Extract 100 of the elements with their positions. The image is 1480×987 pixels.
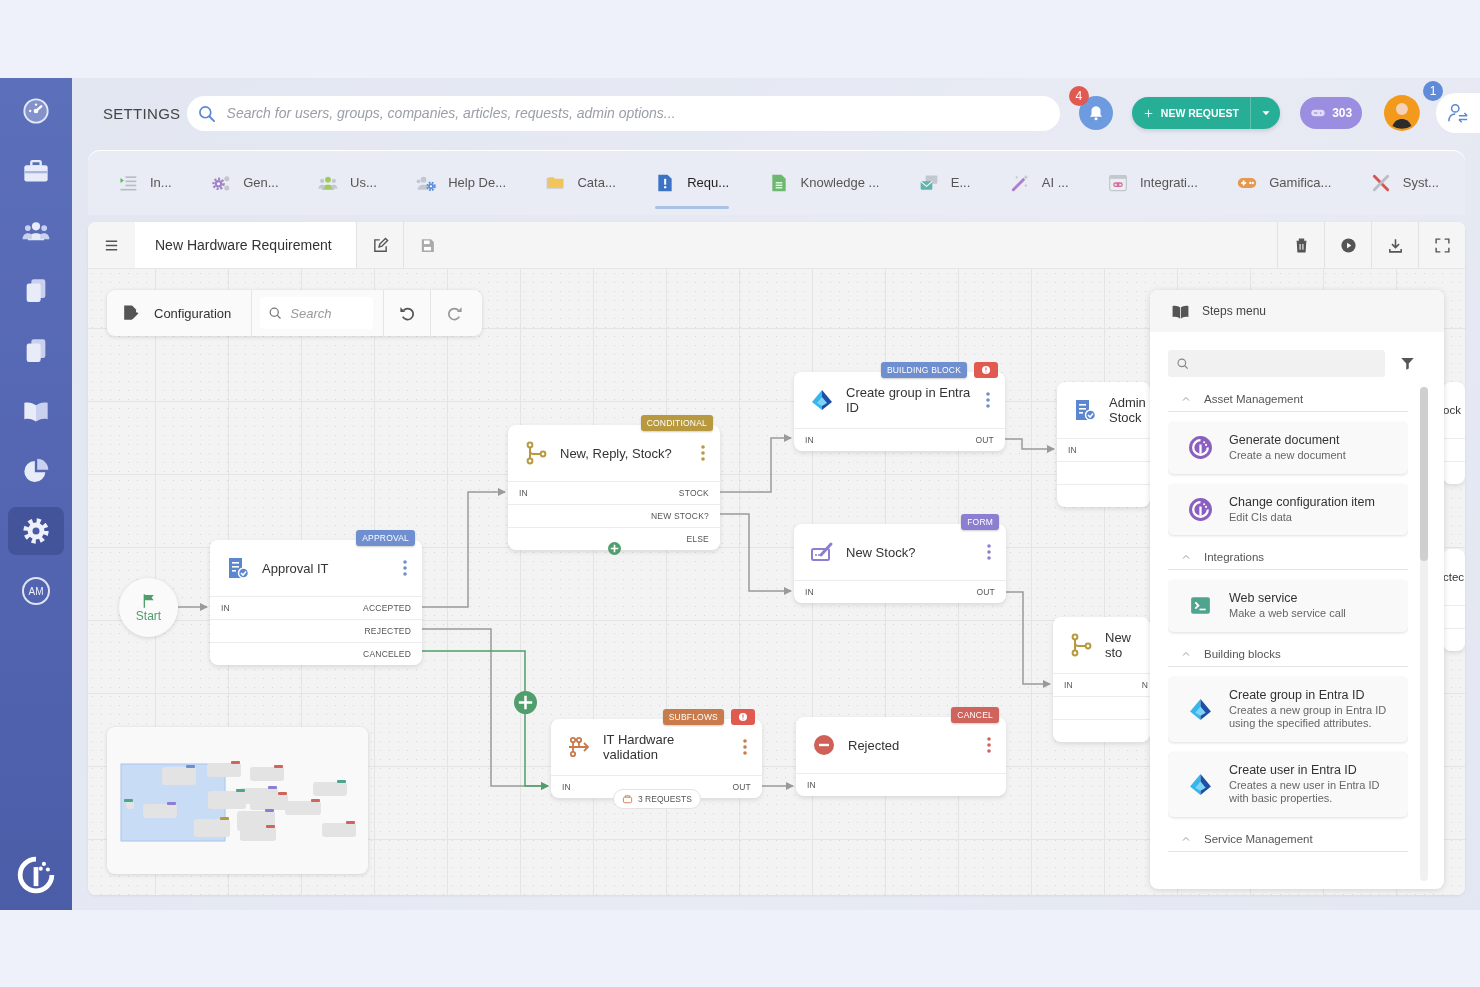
settings-tab[interactable]: AI ... [1009,150,1069,215]
section-header[interactable]: Building blocks [1168,641,1408,667]
tools-icon [1370,172,1391,193]
step-item[interactable]: Web service Make a web service call [1168,580,1408,632]
avatar[interactable] [1384,95,1420,131]
node-tag: CONDITIONAL [640,415,713,431]
node-title: Rejected [848,737,901,753]
branch-icon [1069,633,1093,657]
node-card[interactable]: New Stock? IN OUT [794,524,1006,603]
document-check-icon [226,556,250,580]
port-label: IN [805,587,814,597]
node-title: IT Hardware validation [603,732,676,762]
node-card[interactable]: Rejected IN [796,717,1006,796]
settings-tab[interactable]: Knowledge ... [768,150,880,215]
scrollbar-thumb[interactable] [1420,387,1428,561]
settings-tab[interactable]: Integrati... [1108,150,1198,215]
edit-icon [371,236,389,254]
connector-line [761,782,794,790]
logo-icon[interactable] [17,856,55,894]
node-card[interactable]: Approval IT IN ACCEPTED REJECTED CANCELED [210,540,422,665]
node-card[interactable]: New, Reply, Stock? IN STOCK NEW STOCK? ELSE [508,425,720,550]
switch-user-button[interactable] [1436,93,1480,133]
section-title: Asset Management [1204,393,1304,405]
settings-tab[interactable]: Syst... [1370,150,1439,215]
step-item[interactable]: Create user in Entra ID Creates a new user in Entra ID with basic properties. [1168,751,1408,817]
settings-tab[interactable]: Requ... [655,150,730,215]
section-header[interactable]: Integrations [1168,545,1408,570]
logo-icon [1188,435,1213,461]
more-icon[interactable] [700,443,706,463]
more-icon[interactable] [986,542,992,562]
branch-icon [524,441,548,465]
node-card[interactable]: ctec [1443,549,1465,651]
port-label: OUT [975,435,994,445]
sidebar-item[interactable] [8,507,64,555]
step-item[interactable]: Change configuration item Edit CIs data [1168,483,1408,535]
settings-tab[interactable]: Cata... [545,150,616,215]
more-icon[interactable] [985,390,991,410]
node-tag: CANCEL [951,707,999,723]
section-title: Integrations [1204,551,1265,563]
step-title: Web service [1229,591,1299,605]
diamond-icon [810,388,834,412]
flow-title-tab[interactable]: New Hardware Requirement [135,222,356,268]
sidebar-item[interactable]: AM [8,567,64,615]
more-icon[interactable] [742,737,748,757]
node-title: Create group in Entra ID [846,385,972,415]
settings-tab[interactable]: In... [118,150,172,215]
step-title: Create user in Entra ID [1229,762,1358,777]
settings-tab[interactable]: Gen... [211,150,279,215]
diamond-icon [1188,771,1213,797]
add-button[interactable] [514,691,537,714]
node-card[interactable]: ock [1443,382,1465,484]
user-switch-icon [1447,102,1469,124]
settings-tab[interactable]: Gamifica... [1237,150,1332,215]
node-tag: BUILDING BLOCK [880,362,967,378]
node-title: Approval IT [262,560,330,576]
briefcase-icon [22,157,50,185]
step-description: Creates a new user in Entra ID with basic properties. [1229,778,1381,806]
diamond-icon [1188,696,1213,722]
node-title: New sto [1105,630,1132,660]
port-label: N [1141,680,1148,690]
tray-icon [622,793,633,805]
search-field[interactable] [1168,350,1385,377]
window-link-icon [1108,172,1128,193]
node-card[interactable]: New sto IN N [1053,617,1150,742]
stop-icon [812,733,836,757]
node-card[interactable]: Create group in Entra ID IN OUT [794,372,1005,451]
settings-tab[interactable]: Help De... [416,150,506,215]
more-icon[interactable] [402,558,408,578]
notification-count: 4 [1068,86,1089,106]
port-label: IN [562,782,571,792]
more-icon[interactable] [986,735,992,755]
search-icon [196,103,217,124]
step-item[interactable]: Generate document Create a new document [1168,422,1408,474]
node-title: New, Reply, Stock? [560,445,673,461]
filter-icon[interactable] [1400,356,1415,371]
configuration-button[interactable]: Configuration [107,290,253,336]
requests-chip[interactable]: 3 REQUESTS [613,789,701,809]
node-title: ctec [1443,569,1465,585]
port-label: OUT [732,782,751,792]
node-card[interactable]: Admin Stock IN [1057,382,1150,507]
search-field[interactable]: Search [260,297,374,329]
step-item[interactable]: Create group in Entra ID Creates a new group in Entra ID using the specified attributes. [1168,676,1408,742]
logo-icon [1188,496,1213,522]
port-label: NEW STOCK? [650,511,709,521]
section-header[interactable]: Asset Management [1168,387,1408,412]
step-title: Change configuration item [1229,494,1375,509]
connector-line [1004,438,1055,453]
settings-tab[interactable]: Us... [318,150,377,215]
section-header[interactable]: Service Management [1168,826,1408,852]
node-tag: APPROVAL [356,530,415,546]
port-label: IN [807,780,816,790]
port-label: OUT [976,587,995,597]
settings-tab[interactable]: E... [918,150,971,215]
port-label: IN [1068,445,1077,455]
step-description: Make a web service call [1229,607,1346,621]
section-title: Service Management [1204,832,1313,845]
fullscreen-icon [1433,236,1451,254]
flow-icon [567,735,591,759]
port-label: ELSE [686,534,709,544]
search-field[interactable]: Search for users, groups, companies, articles, requests, admin options... [186,95,1060,131]
